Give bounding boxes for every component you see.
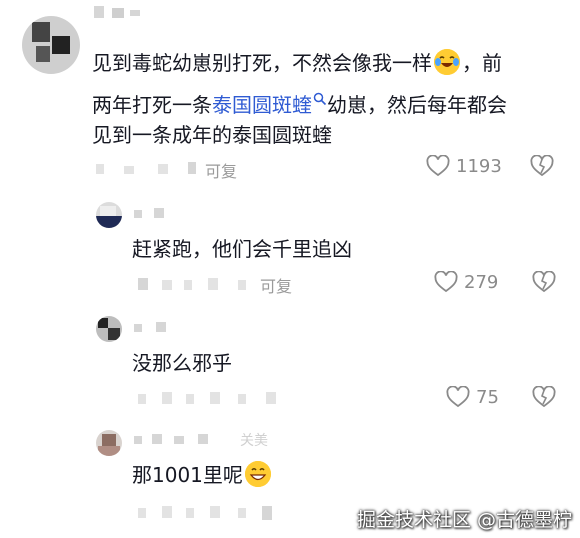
comment-text-part: 那1001里呢 — [132, 463, 243, 487]
comment-text-part: 见到毒蛇幼崽别打死，不然会像我一样 — [92, 51, 432, 75]
heart-outline-icon — [446, 386, 470, 408]
username[interactable] — [134, 206, 194, 222]
broken-heart-outline-icon — [530, 154, 554, 177]
avatar[interactable] — [96, 430, 122, 456]
broken-heart-outline-icon — [532, 270, 556, 293]
comment-text: 没那么邪乎 — [132, 351, 232, 375]
avatar[interactable] — [22, 16, 80, 74]
comment-meta — [138, 502, 288, 522]
search-link[interactable]: 泰国圆斑蝰 — [212, 93, 312, 117]
like-count: 1193 — [456, 155, 502, 177]
heart-outline-icon — [426, 155, 450, 177]
like-button[interactable]: 279 — [434, 271, 498, 293]
broken-heart-outline-icon — [532, 385, 556, 408]
watermark: 掘金技术社区 @古德墨柠 — [356, 509, 572, 531]
comment-text-line: 两年打死一条泰国圆斑蝰 幼崽，然后每年都会 — [92, 82, 507, 122]
comment-text: 那1001里呢 — [132, 458, 273, 492]
dislike-button[interactable] — [532, 385, 556, 412]
comment-text: 赶紧跑，他们会千里追凶 — [132, 237, 352, 261]
like-count: 279 — [464, 271, 499, 293]
search-icon[interactable] — [313, 82, 327, 106]
username[interactable] — [94, 6, 154, 22]
comment-text-part: 幼崽，然后每年都会 — [327, 93, 507, 117]
like-button[interactable]: 1193 — [426, 155, 502, 177]
dislike-button[interactable] — [530, 154, 554, 181]
username[interactable] — [134, 320, 194, 336]
comment-meta — [138, 388, 288, 408]
heart-outline-icon — [434, 271, 458, 293]
dislike-button[interactable] — [532, 270, 556, 297]
comment-text-line: 见到一条成年的泰国圆斑蝰 — [92, 118, 332, 152]
avatar[interactable] — [96, 316, 122, 342]
avatar[interactable] — [96, 202, 122, 228]
comment-meta — [96, 158, 216, 178]
username[interactable]: 关美 — [134, 432, 294, 449]
comment-meta — [138, 274, 258, 294]
username-text: 关美 — [240, 433, 268, 449]
like-button[interactable]: 75 — [446, 386, 499, 408]
grinning-emoji-icon — [244, 461, 271, 487]
reply-button[interactable]: 可复 — [260, 273, 292, 297]
comment-text: 见到毒蛇幼崽别打死，不然会像我一样 ，前 — [92, 46, 502, 80]
reply-button[interactable]: 可复 — [205, 158, 237, 182]
comment-text-part: ，前 — [462, 51, 502, 75]
comment-text-part: 见到一条成年的泰国圆斑蝰 — [92, 123, 332, 147]
like-count: 75 — [476, 386, 499, 408]
crying-laughing-emoji-icon — [434, 49, 460, 75]
comment-text-part: 两年打死一条 — [92, 93, 212, 117]
